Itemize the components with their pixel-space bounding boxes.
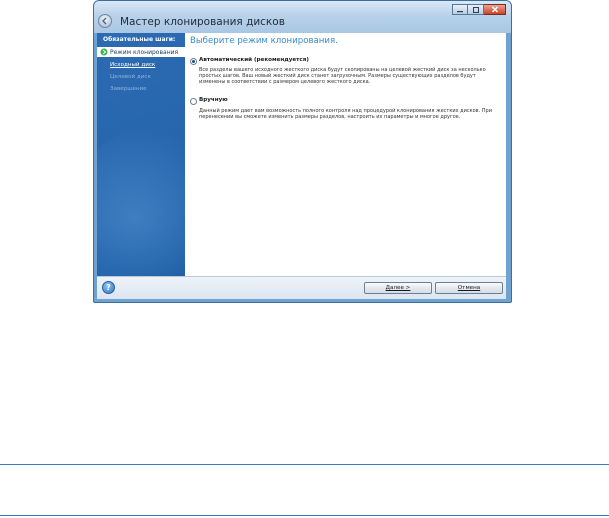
radio-automatic[interactable] xyxy=(190,58,197,65)
sidebar-item-label: Режим клонирования xyxy=(110,48,179,56)
back-arrow-icon xyxy=(102,17,107,25)
wizard-footer: ? Далее > Отмена xyxy=(97,276,506,299)
minimize-icon xyxy=(457,10,463,12)
maximize-button[interactable] xyxy=(468,4,484,15)
main-content: Выберите режим клонирования. Автоматичес… xyxy=(185,33,506,276)
sidebar-item-finish: Завершение xyxy=(110,86,147,92)
window-controls xyxy=(452,4,506,15)
close-button[interactable] xyxy=(484,4,506,15)
help-icon[interactable]: ? xyxy=(102,281,115,294)
divider-top xyxy=(0,464,609,465)
sidebar-header: Обязательные шаги: xyxy=(103,36,176,43)
next-button-label: Далее > xyxy=(385,285,411,291)
minimize-button[interactable] xyxy=(452,4,468,15)
window-title: Мастер клонирования дисков xyxy=(120,16,285,28)
cancel-button-label: Отмена xyxy=(457,285,481,291)
page-title: Выберите режим клонирования. xyxy=(190,36,338,46)
sidebar-item-source-disk[interactable]: Исходный диск xyxy=(110,62,155,68)
divider-bottom xyxy=(0,515,609,516)
radio-selected-dot xyxy=(192,60,195,63)
current-step-arrow-icon xyxy=(100,48,108,56)
option-manual-description: Данный режим дает вам возможность полног… xyxy=(199,108,492,121)
sidebar-item-target-disk: Целевой диск xyxy=(110,74,151,80)
back-button[interactable] xyxy=(98,14,112,28)
close-icon xyxy=(491,6,498,13)
radio-manual[interactable] xyxy=(190,98,197,105)
next-button[interactable]: Далее > xyxy=(364,282,432,294)
option-manual-label[interactable]: Вручную xyxy=(199,97,228,103)
clone-wizard-window: Мастер клонирования дисков Обязательные … xyxy=(93,0,512,303)
sidebar-item-clone-mode[interactable]: Режим клонирования xyxy=(97,47,185,57)
cancel-button[interactable]: Отмена xyxy=(435,282,503,294)
sidebar-decoration xyxy=(97,128,185,276)
option-automatic-label[interactable]: Автоматический (рекомендуется) xyxy=(199,57,309,63)
maximize-icon xyxy=(472,6,479,13)
title-bar: Мастер клонирования дисков xyxy=(94,1,511,33)
steps-sidebar: Обязательные шаги: Режим клонирования Ис… xyxy=(97,33,185,276)
option-automatic-description: Все разделы вашего исходного жесткого ди… xyxy=(199,67,486,86)
